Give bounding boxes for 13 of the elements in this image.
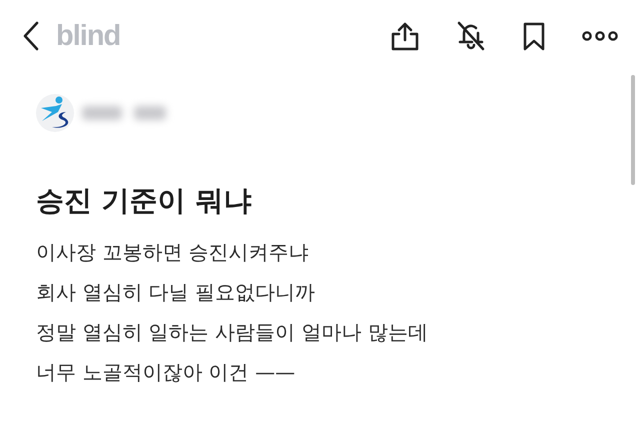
scrollbar[interactable] xyxy=(631,75,635,185)
back-button[interactable] xyxy=(22,21,40,51)
post-body-line: 정말 열심히 일하는 사람들이 얼마나 많는데 xyxy=(36,318,429,346)
bookmark-icon[interactable] xyxy=(522,21,546,51)
post-title: 승진 기준이 뭐냐 xyxy=(36,184,252,218)
more-options-icon[interactable] xyxy=(582,30,618,42)
post-body-line: 너무 노골적이잖아 이건 —— xyxy=(36,358,296,386)
post-body-line: 이사장 꼬봉하면 승진시켜주냐 xyxy=(36,238,310,266)
share-icon[interactable] xyxy=(390,21,420,51)
notifications-off-icon[interactable] xyxy=(456,20,486,52)
company-logo xyxy=(36,94,74,132)
app-logo: blind xyxy=(56,22,120,50)
post-body-line: 회사 열심히 다닐 필요없다니까 xyxy=(36,278,316,306)
